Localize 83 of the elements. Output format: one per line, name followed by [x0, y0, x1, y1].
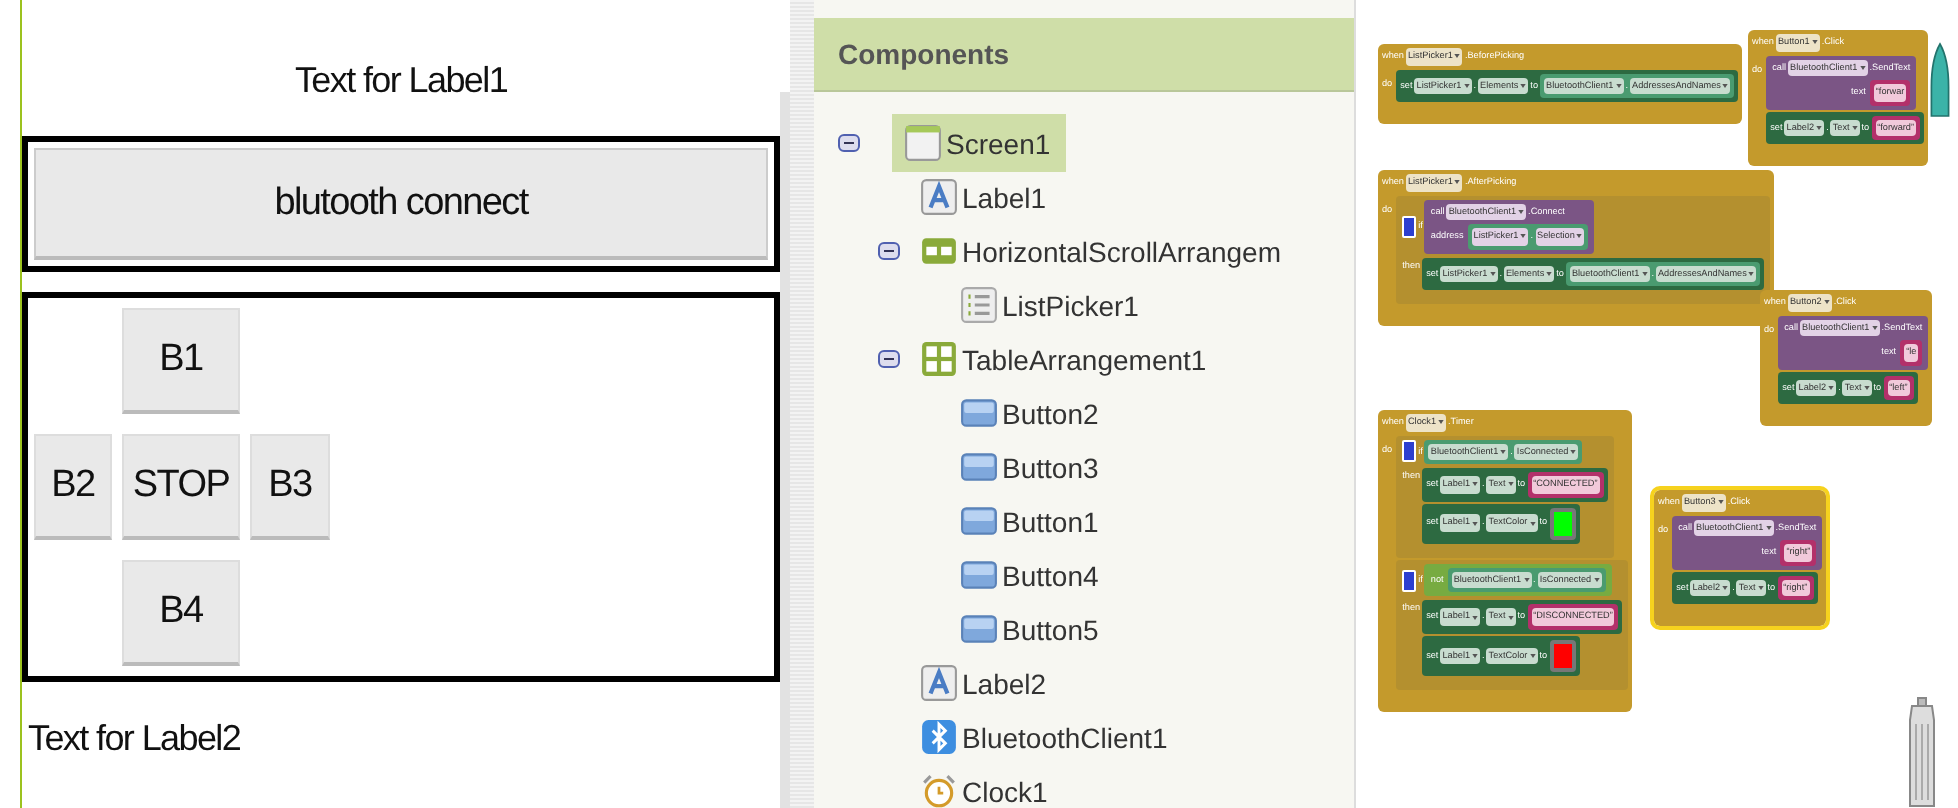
caret-icon [1454, 54, 1461, 59]
tree-item[interactable]: Clock1 [920, 768, 1048, 808]
window-icon [904, 124, 942, 162]
caret-icon [1472, 521, 1479, 526]
bluetooth-icon [920, 718, 958, 756]
tree-item[interactable]: Button4 [960, 552, 1099, 598]
scrollbar[interactable] [780, 92, 790, 808]
tree-item[interactable]: ListPicker1 [960, 282, 1139, 328]
caret-icon [1722, 586, 1729, 591]
grid-button[interactable]: B4 [122, 560, 240, 666]
caret-icon [1593, 578, 1600, 583]
mutator-icon[interactable] [1402, 440, 1417, 463]
caret-icon [1520, 83, 1527, 88]
caret-icon [1520, 234, 1527, 239]
tree-item[interactable]: Button3 [960, 444, 1099, 490]
mutator-icon[interactable] [1402, 215, 1417, 238]
caret-icon [1871, 325, 1878, 330]
tree-item[interactable]: BluetoothClient1 [920, 714, 1168, 760]
caret-icon [1859, 65, 1866, 70]
trash-can-icon[interactable] [1906, 696, 1938, 808]
tree-item[interactable]: Screen1 [892, 114, 1067, 172]
caret-icon [1570, 449, 1577, 454]
grid-button[interactable]: B1 [122, 308, 240, 414]
grid-icon [920, 340, 958, 378]
list-icon [960, 286, 998, 324]
button-icon [960, 394, 998, 432]
tree-item[interactable]: HorizontalScrollArrangem [920, 228, 1282, 274]
caret-icon [1863, 386, 1870, 391]
button-icon [960, 448, 998, 486]
tree-item[interactable]: Label2 [920, 660, 1047, 706]
caret-icon [1507, 482, 1514, 487]
button-icon [960, 556, 998, 594]
caret-icon [1641, 272, 1648, 277]
caret-icon [1576, 234, 1583, 239]
tree-item[interactable]: Button1 [960, 498, 1099, 544]
tree-item[interactable]: Button5 [960, 606, 1099, 652]
caret-icon [1472, 482, 1479, 487]
grid-button[interactable]: STOP [122, 434, 240, 540]
caret-icon [1757, 586, 1764, 591]
label-text: Text for Label1 [294, 60, 508, 104]
connect-button[interactable]: blutooth connect [34, 148, 769, 260]
caret-icon [1828, 386, 1835, 391]
tree-item[interactable]: Label1 [920, 174, 1047, 220]
caret-icon [1523, 578, 1530, 583]
alarm-clock-icon [920, 772, 958, 808]
label-text: Text for Label2 [28, 718, 241, 760]
panel-title: Components [838, 38, 1010, 70]
letter-icon [920, 664, 958, 702]
collapse-icon[interactable] [878, 350, 900, 368]
caret-icon [1518, 209, 1525, 214]
caret-icon [1546, 272, 1553, 277]
caret-icon [1823, 300, 1830, 305]
caret-icon [1529, 653, 1536, 658]
button-icon [960, 610, 998, 648]
caret-icon [1489, 272, 1496, 277]
mutator-icon[interactable] [1402, 569, 1417, 592]
event-block[interactable] [1378, 410, 1633, 712]
caret-icon [1851, 126, 1858, 131]
caret-icon [1765, 525, 1772, 530]
tree-item[interactable]: TableArrangement1 [920, 336, 1207, 382]
caret-icon [1816, 126, 1823, 131]
grid-button[interactable]: B2 [34, 434, 112, 540]
collapse-icon[interactable] [878, 242, 900, 260]
caret-icon [1472, 615, 1479, 620]
caret-icon [1717, 500, 1724, 505]
collapse-icon[interactable] [838, 134, 860, 152]
caret-icon [1472, 653, 1479, 658]
button-icon [960, 502, 998, 540]
arrangement-icon [920, 232, 958, 270]
grid-button[interactable]: B3 [250, 434, 330, 540]
caret-icon [1748, 272, 1755, 277]
caret-icon [1463, 83, 1470, 88]
caret-icon [1454, 180, 1461, 185]
caret-icon [1529, 521, 1536, 526]
tree-item[interactable]: Button2 [960, 390, 1099, 436]
caret-icon [1507, 615, 1514, 620]
caret-icon [1811, 40, 1818, 45]
caret-icon [1615, 83, 1622, 88]
caret-icon [1722, 83, 1729, 88]
scrollbar[interactable] [790, 0, 814, 808]
caret-icon [1500, 449, 1507, 454]
letter-icon [920, 178, 958, 216]
caret-icon [1438, 420, 1445, 425]
